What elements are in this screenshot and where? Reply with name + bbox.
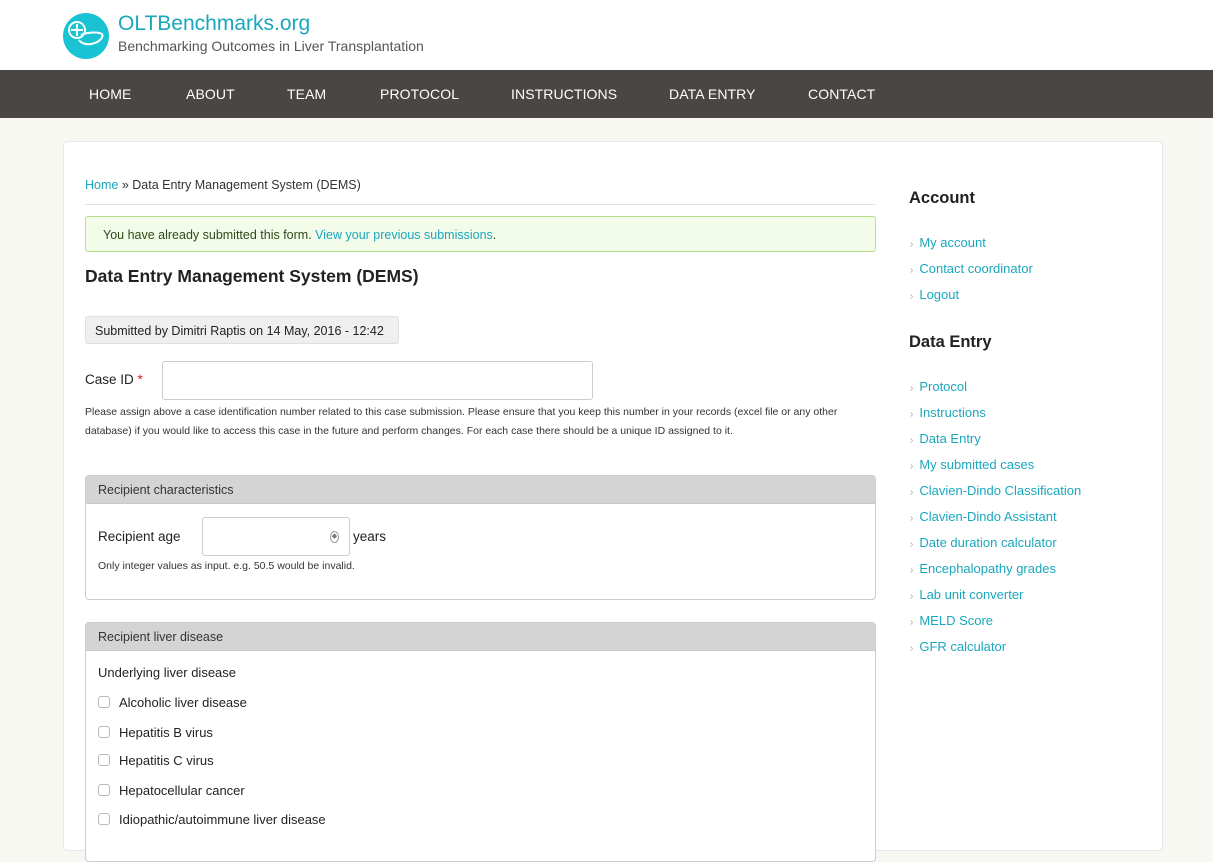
sidebar-link-lab-unit-converter[interactable]: › Lab unit converter	[910, 587, 1023, 602]
checkbox-label[interactable]: Hepatitis C virus	[119, 753, 214, 768]
breadcrumb-separator: »	[118, 178, 133, 192]
chevron-right-icon: ›	[910, 383, 914, 394]
checkbox[interactable]	[98, 754, 110, 766]
chevron-right-icon: ›	[910, 513, 914, 524]
chevron-right-icon: ›	[910, 487, 914, 498]
sidebar-link-my-account[interactable]: › My account	[910, 235, 986, 250]
sidebar-link-label[interactable]: Logout	[919, 287, 959, 302]
sidebar-link-protocol[interactable]: › Protocol	[910, 379, 967, 394]
chevron-right-icon: ›	[910, 409, 914, 420]
sidebar-link-label[interactable]: Protocol	[919, 379, 967, 394]
checkbox[interactable]	[98, 813, 110, 825]
site-header: OLTBenchmarks.org Benchmarking Outcomes …	[0, 0, 1213, 70]
chevron-right-icon: ›	[910, 565, 914, 576]
chevron-right-icon: ›	[910, 291, 914, 302]
chevron-right-icon: ›	[910, 591, 914, 602]
sidebar-link-clavien-dindo-assistant[interactable]: › Clavien-Dindo Assistant	[910, 509, 1057, 524]
recipient-liver-disease-legend[interactable]: Recipient liver disease	[86, 623, 875, 651]
nav-instructions[interactable]: INSTRUCTIONS	[511, 86, 617, 102]
checkbox-label[interactable]: Alcoholic liver disease	[119, 695, 247, 710]
status-suffix: .	[492, 228, 497, 242]
sidebar-link-data-entry[interactable]: › Data Entry	[910, 431, 981, 446]
nav-home[interactable]: HOME	[89, 86, 131, 102]
sidebar-link-meld-score[interactable]: › MELD Score	[910, 613, 993, 628]
age-unit-label: years	[353, 529, 387, 544]
nav-protocol[interactable]: PROTOCOL	[380, 86, 459, 102]
chevron-right-icon: ›	[910, 239, 914, 250]
sidebar-link-label[interactable]: Contact coordinator	[919, 261, 1032, 276]
sidebar-link-instructions[interactable]: › Instructions	[910, 405, 986, 420]
sidebar-account-title: Account	[909, 189, 975, 207]
recipient-age-input[interactable]: ◆	[202, 517, 350, 556]
checkbox-label[interactable]: Hepatitis B virus	[119, 725, 213, 740]
checkbox-label[interactable]: Idiopathic/autoimmune liver disease	[119, 812, 326, 827]
sidebar-link-my-submitted-cases[interactable]: › My submitted cases	[910, 457, 1034, 472]
sidebar-link-label[interactable]: GFR calculator	[919, 639, 1006, 654]
submitted-text: Submitted by Dimitri Raptis on 14 May, 2…	[95, 324, 384, 338]
site-name[interactable]: OLTBenchmarks.org	[118, 12, 310, 36]
recipient-characteristics-fieldset: Recipient characteristics Recipient age …	[85, 475, 876, 600]
recipient-liver-disease-fieldset: Recipient liver disease Underlying liver…	[85, 622, 876, 862]
status-message: You have already submitted this form. Vi…	[85, 216, 876, 252]
nav-about[interactable]: ABOUT	[186, 86, 235, 102]
checkbox-label[interactable]: Hepatocellular cancer	[119, 783, 245, 798]
sidebar-link-date-duration-calculator[interactable]: › Date duration calculator	[910, 535, 1057, 550]
checkbox[interactable]	[98, 784, 110, 796]
sidebar-link-logout[interactable]: › Logout	[910, 287, 959, 302]
breadcrumb-current: Data Entry Management System (DEMS)	[132, 178, 361, 192]
sidebar-link-label[interactable]: Encephalopathy grades	[919, 561, 1056, 576]
sidebar-link-label[interactable]: Date duration calculator	[919, 535, 1056, 550]
chevron-right-icon: ›	[910, 435, 914, 446]
spinner-icon[interactable]: ◆	[330, 531, 339, 543]
case-id-description: Please assign above a case identificatio…	[85, 406, 838, 437]
sidebar-link-label[interactable]: My submitted cases	[919, 457, 1034, 472]
sidebar-data-entry-title: Data Entry	[909, 333, 992, 351]
sidebar-link-label[interactable]: MELD Score	[919, 613, 993, 628]
recipient-age-label: Recipient age	[98, 529, 181, 544]
view-submissions-link[interactable]: View your previous submissions	[315, 228, 493, 242]
sidebar-link-label[interactable]: Clavien-Dindo Assistant	[919, 509, 1056, 524]
sidebar-link-gfr-calculator[interactable]: › GFR calculator	[910, 639, 1006, 654]
sidebar-link-label[interactable]: Lab unit converter	[919, 587, 1023, 602]
nav-contact[interactable]: CONTACT	[808, 86, 875, 102]
recipient-liver-disease-legend-text: Recipient liver disease	[98, 630, 224, 644]
sidebar-link-label[interactable]: Clavien-Dindo Classification	[919, 483, 1081, 498]
sidebar-link-encephalopathy-grades[interactable]: › Encephalopathy grades	[910, 561, 1056, 576]
case-id-input[interactable]	[162, 361, 593, 400]
page-title: Data Entry Management System (DEMS)	[85, 266, 419, 286]
chevron-right-icon: ›	[910, 265, 914, 276]
recipient-characteristics-legend-text: Recipient characteristics	[98, 483, 234, 497]
liver-logo-icon[interactable]	[63, 13, 109, 59]
status-text: You have already submitted this form.	[103, 228, 316, 242]
checkbox[interactable]	[98, 696, 110, 708]
breadcrumb-home-link[interactable]: Home	[85, 178, 118, 192]
checkbox[interactable]	[98, 726, 110, 738]
sidebar-link-label[interactable]: Data Entry	[919, 431, 980, 446]
chevron-right-icon: ›	[910, 643, 914, 654]
main-navbar: HOME ABOUT TEAM PROTOCOL INSTRUCTIONS DA…	[0, 70, 1213, 118]
site-slogan: Benchmarking Outcomes in Liver Transplan…	[118, 38, 424, 54]
underlying-liver-disease-title: Underlying liver disease	[98, 665, 237, 680]
chevron-right-icon: ›	[910, 539, 914, 550]
breadcrumb-divider	[85, 204, 876, 205]
nav-data-entry[interactable]: DATA ENTRY	[669, 86, 756, 102]
case-id-label: Case ID *	[85, 372, 143, 387]
required-marker: *	[137, 372, 143, 387]
submitted-info: Submitted by Dimitri Raptis on 14 May, 2…	[85, 316, 399, 344]
chevron-right-icon: ›	[910, 617, 914, 628]
case-id-label-text: Case ID	[85, 372, 134, 387]
sidebar-link-label[interactable]: My account	[919, 235, 985, 250]
breadcrumb: Home » Data Entry Management System (DEM…	[85, 178, 361, 192]
recipient-characteristics-legend[interactable]: Recipient characteristics	[86, 476, 875, 504]
nav-team[interactable]: TEAM	[287, 86, 326, 102]
sidebar-link-clavien-dindo-classification[interactable]: › Clavien-Dindo Classification	[910, 483, 1081, 498]
recipient-age-help: Only integer values as input. e.g. 50.5 …	[98, 560, 355, 572]
sidebar-link-contact-coordinator[interactable]: › Contact coordinator	[910, 261, 1033, 276]
sidebar-link-label[interactable]: Instructions	[919, 405, 985, 420]
chevron-right-icon: ›	[910, 461, 914, 472]
